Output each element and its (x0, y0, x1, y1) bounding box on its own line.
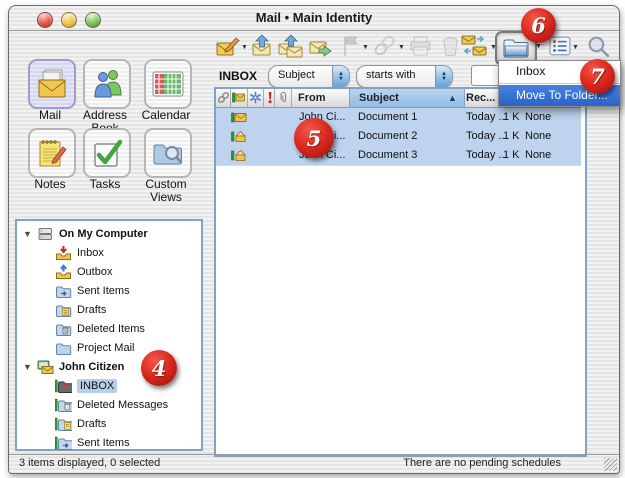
nav-button-mail[interactable] (28, 59, 76, 109)
imap-inbox-icon (55, 378, 74, 394)
tree-item-on-my-computer[interactable]: ▼ On My Computer (17, 224, 201, 243)
from-column-header[interactable]: From (298, 92, 326, 104)
link-dropdown-arrow[interactable]: ▼ (398, 44, 405, 51)
callout-badge-4: 4 (141, 350, 177, 386)
callout-badge-6: 6 (521, 8, 556, 43)
attachment-column-icon[interactable] (277, 91, 290, 109)
send-receive-icon[interactable] (460, 32, 488, 60)
folder-icon (503, 38, 529, 59)
nav-label-custom-views: Custom Views (137, 178, 195, 204)
flag-column-icon[interactable] (249, 91, 262, 109)
nav-label-calendar: Calendar (137, 109, 195, 122)
tree-item-imap-deleted-messages[interactable]: Deleted Messages (17, 395, 201, 414)
deleted-folder-icon (55, 321, 74, 337)
links-column-icon[interactable] (217, 91, 230, 109)
popup-stepper-icon: ▲▼ (332, 66, 349, 87)
reply-all-icon[interactable] (277, 32, 305, 60)
tree-item-project-mail[interactable]: Project Mail (17, 338, 201, 357)
resize-grip[interactable] (604, 458, 617, 471)
mail-icon (35, 69, 69, 99)
current-folder-label: INBOX (219, 69, 257, 83)
tree-item-inbox[interactable]: Inbox (17, 243, 201, 262)
compose-icon[interactable] (214, 32, 242, 60)
callout-badge-7: 7 (580, 59, 615, 94)
nav-button-notes[interactable] (28, 128, 76, 178)
notes-icon (37, 138, 67, 168)
custom-views-icon (152, 139, 184, 167)
filter-operator-popup[interactable]: starts with ▲▼ (356, 65, 453, 88)
callout-badge-5: 5 (294, 118, 334, 158)
imap-sent-folder-icon (55, 435, 74, 451)
popup-stepper-icon: ▲▼ (435, 66, 452, 87)
outbox-tray-icon (55, 264, 74, 280)
schedules-status: There are no pending schedules (403, 457, 561, 469)
tree-item-imap-drafts[interactable]: Drafts (17, 414, 201, 433)
message-row[interactable]: John Ci... Document 2 Today ... 1 K None (216, 127, 581, 147)
nav-label-notes: Notes (21, 178, 79, 191)
print-icon[interactable] (407, 32, 435, 60)
inbox-tray-icon (55, 245, 74, 261)
mail-window: Mail • Main Identity ▼ ▼ ▼ ▼ ▼ ▼ (8, 5, 620, 474)
computer-icon (37, 226, 56, 242)
status-bar: 3 items displayed, 0 selected There are … (9, 454, 619, 473)
sort-ascending-icon: ▲ (448, 93, 457, 103)
tree-item-imap-inbox[interactable]: INBOX (17, 376, 201, 395)
views-dropdown-arrow[interactable]: ▼ (572, 44, 579, 51)
status-column-icon[interactable] (232, 91, 246, 109)
message-row[interactable]: John Ci... Document 3 Today ... 1 K None (216, 146, 581, 166)
tree-item-sent-items[interactable]: Sent Items (17, 281, 201, 300)
received-column-header[interactable]: Rec... (466, 92, 495, 104)
flag-icon[interactable] (337, 32, 365, 60)
calendar-icon (152, 70, 184, 98)
message-row[interactable]: John Ci... Document 1 Today ... 1 K None (216, 108, 581, 128)
nav-button-tasks[interactable] (83, 128, 131, 178)
tree-item-imap-sent-items[interactable]: Sent Items (17, 433, 201, 452)
folder-tree-panel[interactable]: ▼ On My Computer Inbox Outbox Sent Items… (15, 219, 203, 451)
nav-button-custom-views[interactable] (144, 128, 192, 178)
plain-folder-icon (55, 340, 74, 356)
tree-item-deleted-items[interactable]: Deleted Items (17, 319, 201, 338)
message-list-panel[interactable]: From Subject ▲ Rec... John Ci... Documen… (214, 87, 587, 457)
nav-button-address-book[interactable] (83, 59, 131, 109)
forward-icon[interactable] (307, 32, 335, 60)
move-to-folder-dropdown-arrow[interactable]: ▼ (535, 43, 542, 50)
disclosure-triangle-icon[interactable]: ▼ (23, 362, 35, 372)
link-icon[interactable] (371, 32, 399, 60)
read-envelope-icon (231, 149, 247, 167)
address-book-icon (92, 69, 122, 99)
drafts-folder-icon (55, 302, 74, 318)
tree-item-outbox[interactable]: Outbox (17, 262, 201, 281)
filter-field-popup[interactable]: Subject ▲▼ (268, 65, 350, 88)
imap-deleted-folder-icon (55, 397, 74, 413)
flag-dropdown-arrow[interactable]: ▼ (362, 44, 369, 51)
disclosure-triangle-icon[interactable]: ▼ (23, 229, 35, 239)
account-icon (37, 359, 56, 375)
nav-label-mail: Mail (21, 109, 79, 122)
items-displayed-status: 3 items displayed, 0 selected (19, 457, 160, 469)
tree-item-drafts[interactable]: Drafts (17, 300, 201, 319)
sent-folder-icon (55, 283, 74, 299)
nav-button-calendar[interactable] (144, 59, 192, 109)
reply-icon[interactable] (249, 32, 277, 60)
tasks-icon (92, 138, 122, 168)
search-icon[interactable] (584, 32, 612, 60)
imap-drafts-folder-icon (55, 416, 74, 432)
nav-label-tasks: Tasks (76, 178, 134, 191)
compose-dropdown-arrow[interactable]: ▼ (241, 44, 248, 51)
